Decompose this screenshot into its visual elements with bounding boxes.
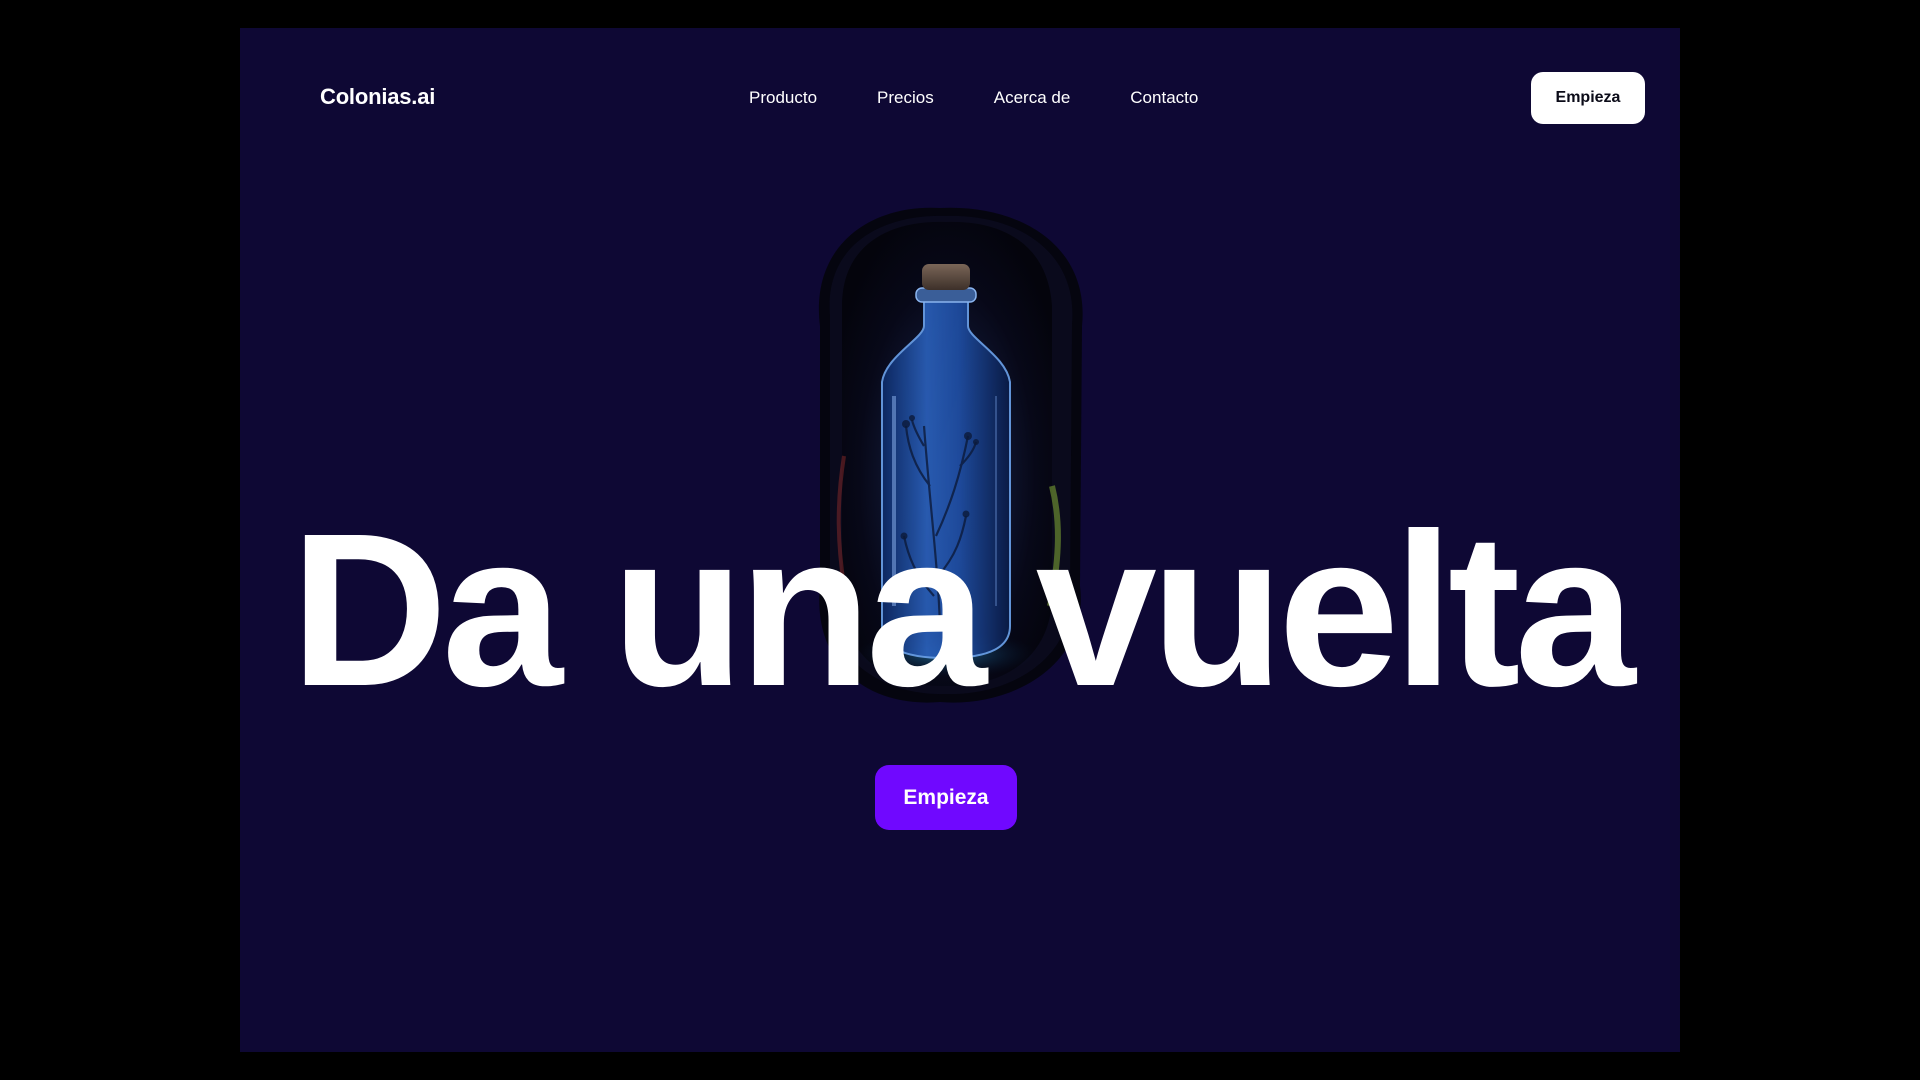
nav-link-contacto[interactable]: Contacto: [1130, 88, 1198, 108]
nav-link-acerca-de[interactable]: Acerca de: [994, 88, 1071, 108]
nav-link-precios[interactable]: Precios: [877, 88, 934, 108]
hero-title: Da una vuelta: [290, 489, 1635, 732]
hero-get-started-button[interactable]: Empieza: [875, 765, 1017, 830]
nav-get-started-button[interactable]: Empieza: [1531, 72, 1645, 124]
top-nav: Colonias.ai Producto Precios Acerca de C…: [240, 28, 1680, 168]
brand-logo[interactable]: Colonias.ai: [320, 84, 435, 110]
nav-link-producto[interactable]: Producto: [749, 88, 817, 108]
nav-links: Producto Precios Acerca de Contacto: [749, 88, 1258, 108]
landing-page: Colonias.ai Producto Precios Acerca de C…: [240, 28, 1680, 1052]
